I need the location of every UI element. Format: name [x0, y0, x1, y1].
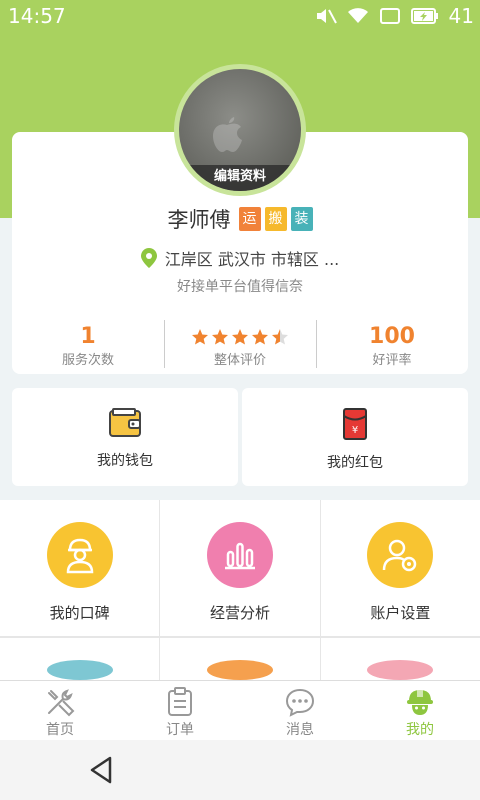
name-row: 李师傅 运 搬 装	[0, 204, 480, 234]
tab-mine-label: 我的	[406, 722, 434, 738]
overall-rating-label: 整体评价	[213, 353, 266, 368]
worker-icon	[66, 538, 93, 574]
analysis-icon-circle	[206, 522, 273, 588]
star-icon	[232, 329, 248, 345]
service-tag-install: 装	[290, 207, 313, 231]
bottom-tab-bar: 首页 订单 消息 我的	[0, 680, 480, 740]
location-pin-icon	[140, 248, 157, 268]
avatar[interactable]: 编辑资料	[179, 69, 301, 191]
sim-icon	[379, 8, 400, 24]
partial-icon-circle-3	[367, 659, 434, 680]
reputation-icon-circle	[46, 522, 113, 588]
apple-logo-icon	[213, 117, 242, 152]
my-red-envelope-label: 我的红包	[327, 455, 383, 471]
my-wallet-button[interactable]: 我的钱包	[12, 388, 238, 486]
user-name: 李师傅	[167, 208, 231, 232]
my-wallet-label: 我的钱包	[97, 453, 153, 469]
status-bar: 14:57 41	[0, 0, 480, 32]
location-row: 江岸区 武汉市 市辖区 ...	[0, 246, 480, 270]
helmet-icon	[407, 689, 433, 715]
stat-service-count: 1 服务次数	[12, 320, 164, 374]
stat-overall-rating: 整体评价	[164, 320, 316, 374]
service-count-value: 1	[80, 324, 96, 349]
red-envelope-icon: ¥	[343, 408, 367, 440]
grid-item-partial-2[interactable]	[160, 637, 320, 680]
service-tag-moving: 搬	[264, 207, 287, 231]
clipboard-icon	[168, 687, 192, 716]
user-settings-icon	[383, 539, 417, 572]
business-analysis-button[interactable]: 经营分析	[160, 500, 320, 636]
business-analysis-label: 经营分析	[209, 604, 270, 622]
star-icon	[272, 329, 288, 345]
svg-text:¥: ¥	[352, 425, 358, 436]
settings-icon-circle	[367, 522, 434, 588]
rating-stars	[164, 320, 316, 354]
wallet-icon	[109, 408, 141, 437]
service-tag-transport: 运	[238, 207, 261, 231]
partial-icon-circle-1	[46, 659, 113, 680]
tools-icon	[48, 689, 75, 717]
back-icon[interactable]	[88, 755, 114, 785]
stats-row: 1 服务次数 整体评价 100 好评率	[12, 320, 468, 374]
mute-icon	[316, 9, 337, 24]
status-icons: 41	[315, 4, 474, 28]
tab-home-label: 首页	[46, 722, 74, 738]
tab-orders[interactable]: 订单	[120, 681, 240, 740]
grid-item-partial-3[interactable]	[320, 637, 480, 680]
tab-messages-label: 消息	[286, 722, 314, 738]
feature-grid: 我的口碑 经营分析 账户设置	[0, 500, 480, 680]
positive-rate-label: 好评率	[372, 353, 412, 368]
positive-rate-value: 100	[369, 324, 415, 349]
star-icon	[192, 329, 208, 345]
slogan: 好接单平台值得信奈	[177, 279, 303, 295]
chat-icon	[285, 688, 315, 717]
edit-profile-button[interactable]: 编辑资料	[179, 165, 301, 191]
my-red-envelope-button[interactable]: ¥ 我的红包	[242, 388, 468, 486]
account-settings-button[interactable]: 账户设置	[320, 500, 480, 636]
partial-icon-circle-2	[206, 659, 273, 680]
wallet-row: 我的钱包 ¥ 我的红包	[12, 388, 468, 486]
bar-chart-icon	[224, 542, 255, 570]
star-icon	[212, 329, 228, 345]
my-reputation-label: 我的口碑	[49, 604, 110, 622]
battery-icon	[410, 8, 438, 24]
status-time: 14:57	[8, 4, 66, 28]
account-settings-label: 账户设置	[370, 604, 431, 622]
stat-positive-rate: 100 好评率	[316, 320, 468, 374]
tab-orders-label: 订单	[166, 722, 194, 738]
wifi-icon	[347, 8, 368, 23]
system-navigation-bar	[0, 740, 480, 800]
star-icon	[252, 329, 268, 345]
my-reputation-button[interactable]: 我的口碑	[0, 500, 160, 636]
tab-messages[interactable]: 消息	[240, 681, 360, 740]
tab-home[interactable]: 首页	[0, 681, 120, 740]
grid-item-partial-1[interactable]	[0, 637, 160, 680]
battery-level: 41	[448, 4, 474, 28]
service-count-label: 服务次数	[61, 353, 114, 368]
tab-mine[interactable]: 我的	[360, 681, 480, 740]
location-text: 江岸区 武汉市 市辖区 ...	[164, 250, 340, 269]
